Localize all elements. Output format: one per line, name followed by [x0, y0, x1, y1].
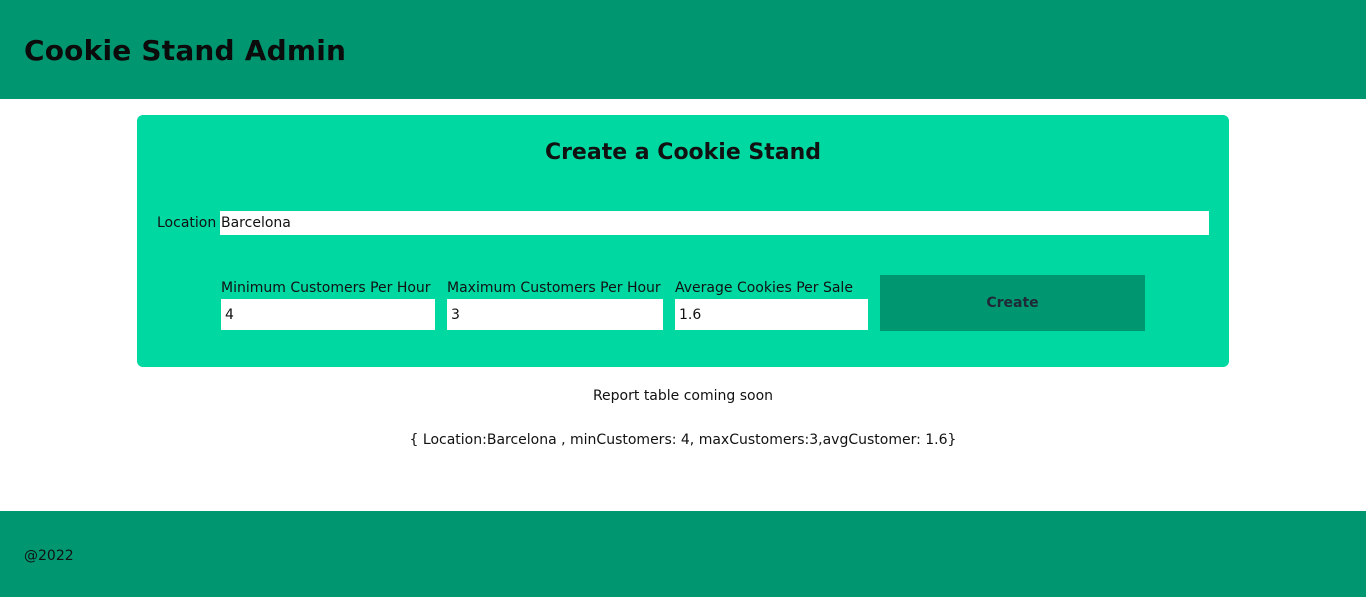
avg-cookies-label: Average Cookies Per Sale [675, 280, 853, 296]
page-title: Cookie Stand Admin [24, 34, 347, 67]
page-header: Cookie Stand Admin [0, 0, 1366, 99]
form-title: Create a Cookie Stand [544, 140, 822, 165]
avg-cookies-input[interactable] [675, 299, 868, 330]
stand-json-output: { Location:Barcelona , minCustomers: 4, … [409, 432, 957, 448]
location-label: Location [157, 215, 217, 231]
page-footer: @2022 [0, 511, 1366, 597]
min-customers-label: Minimum Customers Per Hour [221, 280, 431, 296]
location-input[interactable] [220, 211, 1209, 235]
report-placeholder-text: Report table coming soon [592, 388, 774, 404]
max-customers-label: Maximum Customers Per Hour [447, 280, 661, 296]
create-button[interactable]: Create [880, 275, 1145, 331]
footer-copyright: @2022 [24, 548, 74, 564]
max-customers-input[interactable] [447, 299, 663, 330]
min-customers-input[interactable] [221, 299, 435, 330]
